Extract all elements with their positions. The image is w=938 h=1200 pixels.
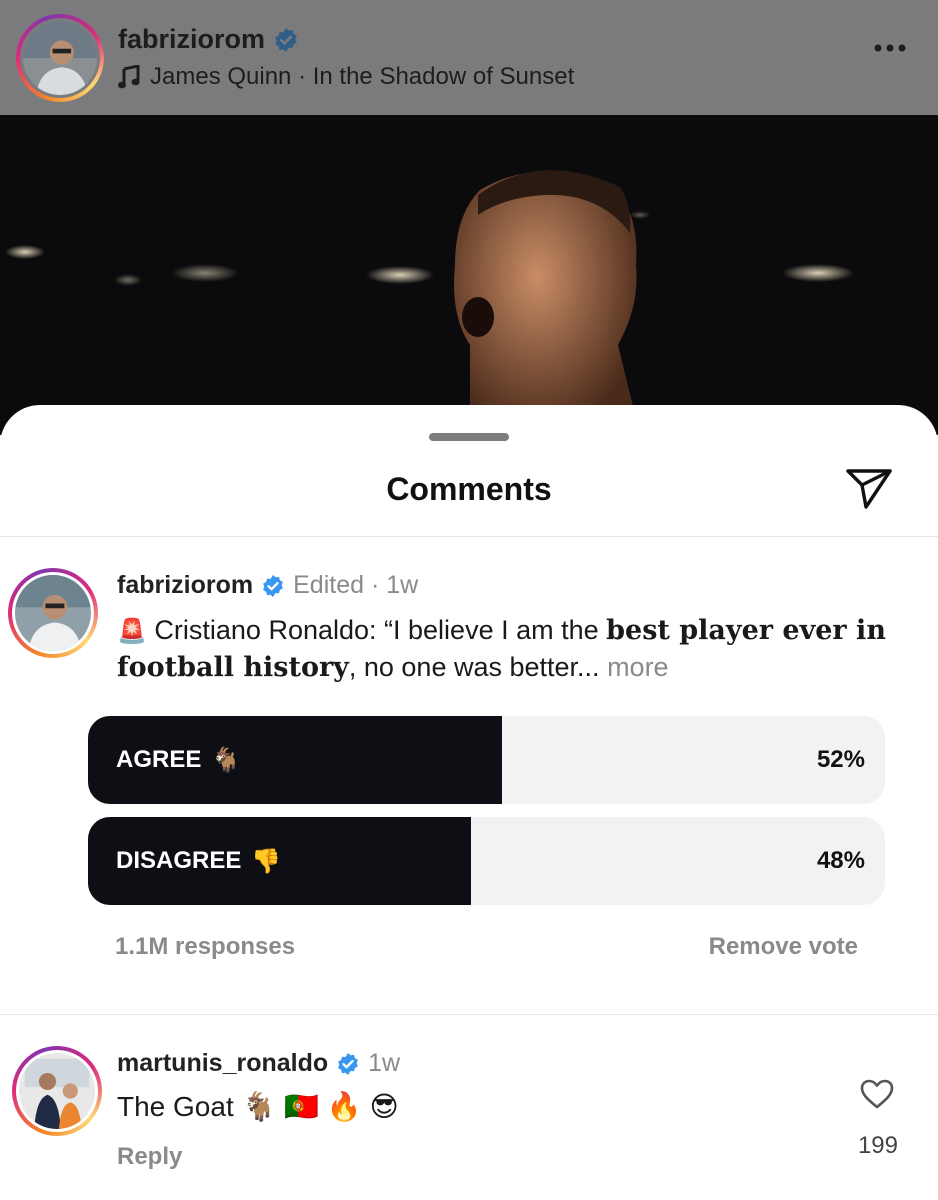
comment-text: 🚨 Cristiano Ronaldo: “I believe I am the… — [117, 612, 897, 686]
comment-meta: Edited · 1w — [293, 571, 419, 599]
comment-meta: 1w — [368, 1049, 401, 1077]
post-image — [0, 115, 938, 435]
header-divider — [0, 536, 938, 537]
commenter-avatar[interactable] — [8, 568, 98, 658]
like-count: 199 — [857, 1132, 898, 1159]
post-photo — [0, 115, 938, 435]
comment-text-part: , no one was better... — [348, 652, 600, 682]
verified-badge-icon — [263, 574, 284, 597]
comment-header: martunis_ronaldo 1w — [117, 1049, 400, 1078]
heart-like-icon[interactable] — [860, 1079, 894, 1109]
post-header: fabriziorom James Quinn · In the Shadow … — [0, 0, 938, 115]
more-link[interactable]: more — [607, 652, 669, 682]
poll-option-disagree[interactable]: DISAGREE 👎 48% — [88, 817, 885, 905]
post-username[interactable]: fabriziorom — [118, 24, 265, 55]
poll-response-count: 1.1M responses — [115, 933, 296, 960]
poll-option-label: AGREE — [116, 746, 202, 773]
comments-sheet: Comments fabriziorom Edited · 1w 🚨 Crist… — [0, 405, 938, 1200]
comment-username[interactable]: fabriziorom — [117, 571, 253, 600]
commenter-avatar[interactable] — [12, 1046, 102, 1136]
comment-text-part: Cristiano Ronaldo: “I believe I am the — [154, 615, 607, 645]
avatar-photo — [23, 20, 97, 95]
comment-divider — [0, 1014, 938, 1015]
comment-username[interactable]: martunis_ronaldo — [117, 1049, 328, 1078]
thumbs-down-emoji: 👎 — [251, 847, 282, 875]
share-send-icon[interactable] — [844, 465, 894, 511]
post-author-avatar[interactable] — [16, 13, 104, 102]
siren-emoji: 🚨 — [117, 617, 147, 645]
remove-vote-button[interactable]: Remove vote — [709, 933, 858, 961]
music-note-icon — [118, 65, 140, 89]
verified-badge-icon — [275, 27, 297, 52]
poll-option-label: DISAGREE — [116, 847, 242, 874]
more-options-icon[interactable] — [872, 42, 908, 54]
comment-text: The Goat 🐐 🇵🇹 🔥 😎 — [117, 1091, 399, 1122]
comment-header: fabriziorom Edited · 1w — [117, 571, 418, 600]
poll-option-agree[interactable]: AGREE 🐐 52% — [88, 716, 885, 804]
sheet-drag-handle[interactable] — [429, 433, 509, 441]
sheet-title: Comments — [386, 471, 552, 507]
goat-emoji: 🐐 — [211, 746, 242, 774]
verified-badge-icon — [338, 1052, 359, 1075]
poll-option-percent: 48% — [816, 847, 865, 874]
reply-button[interactable]: Reply — [117, 1143, 182, 1171]
post-music-label[interactable]: James Quinn · In the Shadow of Sunset — [150, 63, 574, 91]
avatar-photo — [15, 575, 91, 651]
avatar-photo — [19, 1053, 95, 1129]
poll-option-percent: 52% — [816, 746, 865, 773]
